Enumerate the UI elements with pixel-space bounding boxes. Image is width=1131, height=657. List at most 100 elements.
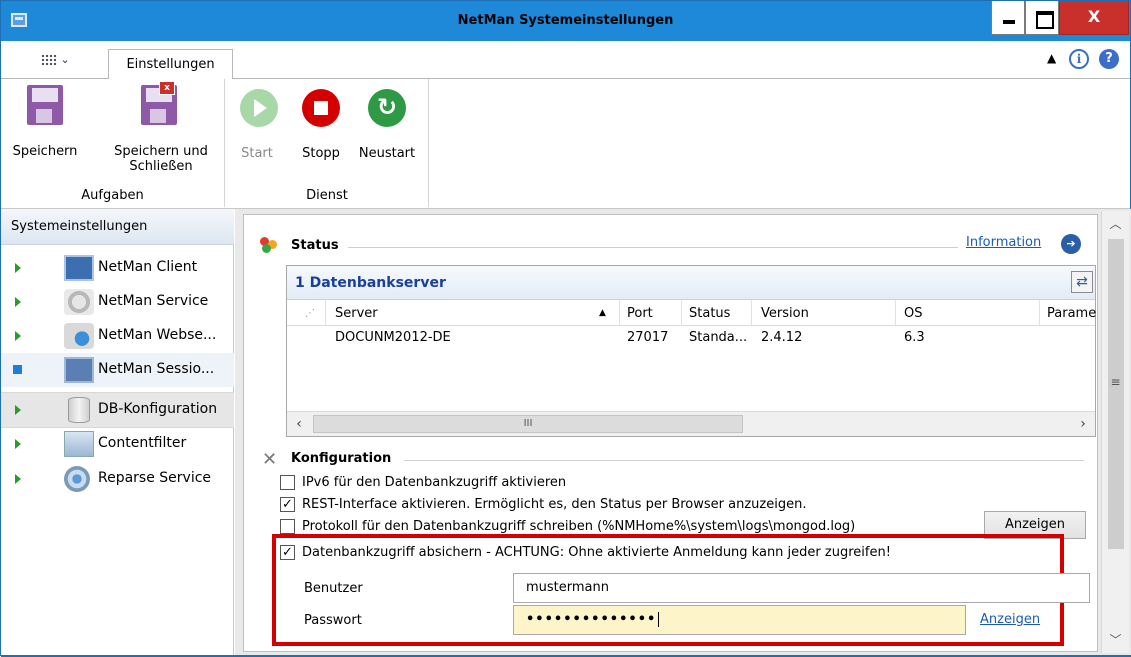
user-field[interactable]: mustermann	[513, 573, 1090, 603]
scroll-down-icon[interactable]: ﹀	[1102, 627, 1129, 653]
cell-server: DOCUNM2012-DE	[335, 330, 451, 345]
column-header-port[interactable]: Port	[627, 306, 653, 321]
expand-arrow-icon[interactable]	[15, 474, 21, 484]
nav-item-netman-webserver[interactable]: NetMan Webse...	[1, 319, 234, 353]
ribbon-tab-row: ⌄ Einstellungen ▲ i ?	[1, 41, 1130, 80]
ribbon-group-label: Dienst	[306, 188, 348, 203]
scroll-left-icon[interactable]: ‹	[287, 412, 311, 436]
play-icon	[240, 89, 278, 127]
nav-item-contentfilter[interactable]: Contentfilter	[1, 427, 234, 461]
expand-arrow-icon[interactable]	[15, 439, 21, 449]
scroll-grip-icon: ≡	[1110, 375, 1121, 389]
app-window: NetMan Systemeinstellungen X ⌄ Einstellu…	[0, 0, 1131, 657]
quick-access-menu[interactable]: ⌄	[41, 53, 70, 66]
column-header-version[interactable]: Version	[761, 306, 809, 321]
save-close-button[interactable]: x Speichern und Schließen	[105, 81, 217, 174]
cell-os: 6.3	[904, 330, 925, 345]
close-button[interactable]: X	[1059, 1, 1129, 35]
contentfilter-icon	[64, 431, 94, 457]
nav-item-reparse-service[interactable]: Reparse Service	[1, 462, 234, 496]
save-label: Speichern	[12, 144, 78, 159]
nav-item-netman-client[interactable]: NetMan Client	[1, 251, 234, 285]
start-button[interactable]: Start	[234, 85, 280, 161]
status-heading: Status	[291, 238, 339, 253]
settings-navigation: Systemeinstellungen NetMan Client NetMan…	[1, 209, 234, 655]
nav-item-label: Reparse Service	[98, 470, 212, 486]
show-password-link[interactable]: Anzeigen	[980, 612, 1040, 627]
tools-icon: ✕	[262, 449, 278, 470]
session-marker-icon	[13, 365, 22, 374]
column-header-server[interactable]: Server	[335, 306, 378, 321]
stop-button[interactable]: Stopp	[296, 85, 346, 161]
quick-access-icon	[41, 54, 57, 66]
scroll-right-icon[interactable]: ›	[1071, 412, 1095, 436]
refresh-icon[interactable]: ⇄	[1071, 271, 1093, 293]
expand-arrow-icon[interactable]	[15, 297, 21, 307]
ipv6-checkbox[interactable]	[280, 475, 295, 490]
table-row[interactable]: DOCUNM2012-DE 27017 Standa... 2.4.12 6.3	[287, 326, 1095, 350]
stop-icon	[302, 89, 340, 127]
sort-ascending-icon: ▲	[599, 308, 606, 318]
save-close-label: Speichern und Schließen	[114, 144, 208, 174]
nav-item-db-konfiguration[interactable]: DB-Konfiguration	[1, 392, 234, 428]
horizontal-scrollbar[interactable]: ‹ III ›	[287, 411, 1095, 436]
help-icon[interactable]: ?	[1099, 49, 1119, 69]
reparse-icon	[64, 466, 90, 492]
save-disk-icon	[27, 85, 63, 125]
about-info-icon[interactable]: i	[1069, 49, 1089, 69]
save-button[interactable]: Speichern	[5, 85, 85, 159]
column-header-status[interactable]: Status	[689, 306, 730, 321]
db-server-grid: 1 Datenbankserver ⇄ ⋰ Server ▲ Port Stat…	[286, 265, 1096, 437]
restart-icon: ↻	[368, 89, 406, 127]
row-handle-icon: ⋰	[305, 308, 315, 319]
scroll-thumb[interactable]	[1108, 239, 1124, 549]
ribbon: Speichern x Speichern und Schließen Aufg…	[1, 79, 1130, 209]
nav-item-netman-service[interactable]: NetMan Service	[1, 285, 234, 319]
password-label: Passwort	[304, 613, 362, 628]
service-gear-icon	[64, 289, 94, 315]
client-icon	[64, 255, 94, 281]
grid-header-row: ⋰ Server ▲ Port Status Version OS Parame	[287, 300, 1096, 326]
information-link[interactable]: Information	[966, 235, 1041, 250]
nav-header: Systemeinstellungen	[1, 209, 234, 245]
status-icon	[260, 237, 278, 253]
db-config-panel: Status Information ➔ 1 Datenbankserver ⇄…	[243, 214, 1098, 652]
stop-label: Stopp	[302, 146, 340, 161]
maximize-button[interactable]	[1025, 1, 1059, 35]
scroll-up-icon[interactable]: ︿	[1102, 211, 1129, 237]
cell-status: Standa...	[689, 330, 748, 345]
title-bar[interactable]: NetMan Systemeinstellungen X	[1, 1, 1130, 41]
ipv6-label: IPv6 für den Datenbankzugriff aktivieren	[302, 475, 567, 490]
section-divider	[404, 460, 1084, 461]
nav-item-netman-session[interactable]: NetMan Sessio...	[1, 353, 234, 387]
scroll-thumb[interactable]: III	[313, 415, 743, 433]
save-close-disk-icon: x	[141, 81, 177, 125]
expand-arrow-icon[interactable]	[15, 405, 21, 415]
grid-title: 1 Datenbankserver	[287, 266, 1095, 300]
vertical-scrollbar[interactable]: ︿ ≡ ﹀	[1101, 211, 1129, 653]
start-label: Start	[241, 146, 273, 161]
log-label: Protokoll für den Datenbankzugriff schre…	[302, 519, 856, 534]
information-arrow-icon[interactable]: ➔	[1061, 234, 1081, 254]
nav-item-label: DB-Konfiguration	[98, 401, 218, 417]
tab-einstellungen[interactable]: Einstellungen	[108, 49, 233, 80]
expand-arrow-icon[interactable]	[15, 331, 21, 341]
ribbon-group-dienst: Start Stopp ↻ Neustart Dienst	[226, 79, 429, 207]
nav-item-label: NetMan Service	[98, 293, 209, 309]
collapse-ribbon-icon[interactable]: ▲	[1047, 51, 1056, 65]
nav-item-label: NetMan Sessio...	[98, 361, 215, 377]
ribbon-group-label: Aufgaben	[81, 188, 144, 203]
cell-version: 2.4.12	[761, 330, 803, 345]
restart-button[interactable]: ↻ Neustart	[352, 85, 422, 161]
password-field[interactable]: ••••••••••••••	[513, 605, 966, 635]
cell-port: 27017	[627, 330, 669, 345]
column-header-os[interactable]: OS	[904, 306, 922, 321]
expand-arrow-icon[interactable]	[15, 263, 21, 273]
column-header-parameter[interactable]: Parame	[1047, 306, 1096, 321]
rest-interface-checkbox[interactable]: ✓	[280, 497, 295, 512]
minimize-button[interactable]	[991, 1, 1025, 35]
secure-access-checkbox[interactable]: ✓	[280, 545, 295, 560]
close-badge-icon: x	[159, 81, 175, 95]
webserver-icon	[64, 323, 94, 349]
log-checkbox[interactable]	[280, 519, 295, 534]
